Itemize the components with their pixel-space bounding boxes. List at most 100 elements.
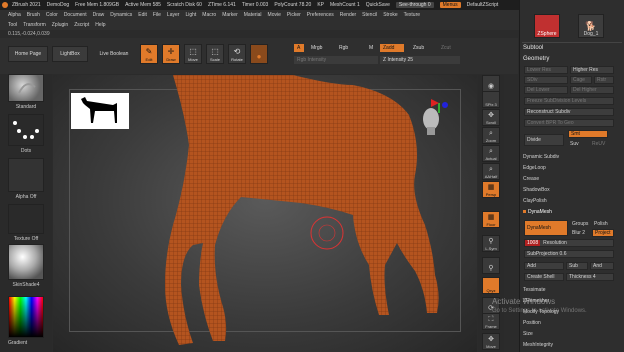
menu-item[interactable]: Marker [222, 12, 238, 18]
menu-item[interactable]: Color [46, 12, 58, 18]
add-button[interactable]: Add [524, 262, 564, 270]
menu-item[interactable]: Help [95, 22, 105, 28]
menu-item[interactable]: Dynamics [110, 12, 132, 18]
move-view-button[interactable]: ✥ Move [482, 333, 500, 350]
dog-mesh[interactable] [53, 75, 477, 352]
reuv-toggle[interactable]: ReUV [590, 140, 610, 148]
m-button[interactable]: M [366, 44, 376, 52]
claypolish-section[interactable]: ClayPolish [523, 196, 547, 205]
see-through-slider[interactable]: See-through 0 [395, 2, 434, 8]
menu-item[interactable]: Zscript [74, 22, 89, 28]
floor-button[interactable]: ▦ Floor [482, 211, 500, 228]
tessimate-section[interactable]: Tessimate [523, 285, 546, 294]
home-page-button[interactable]: Home Page [8, 46, 48, 62]
smt-toggle[interactable]: Smt [568, 130, 608, 138]
polish-toggle[interactable]: Polish [592, 220, 614, 228]
menu-item[interactable]: Macro [202, 12, 216, 18]
menu-item[interactable]: Material [244, 12, 262, 18]
zcut-button[interactable]: Zcut [438, 44, 460, 52]
a-toggle[interactable]: A [294, 44, 304, 52]
menu-item[interactable]: Zplugin [52, 22, 68, 28]
brush-preview[interactable] [8, 74, 44, 102]
subtool-header[interactable]: Subtool [523, 45, 543, 51]
aahalf-button[interactable]: ⌕ AAHalf [482, 163, 500, 180]
mrgb-button[interactable]: Mrgb [308, 44, 330, 52]
size-section[interactable]: Size [523, 329, 533, 338]
menu-item[interactable]: Picker [287, 12, 301, 18]
frame-button[interactable]: ⛶ Frame [482, 313, 500, 330]
resolution-slider[interactable]: 1008 Resolution [524, 239, 614, 247]
spix-button[interactable]: SPix 3 [482, 91, 500, 108]
menus-button[interactable]: Menus [439, 2, 461, 8]
menu-item[interactable]: Stencil [362, 12, 377, 18]
zsphere-thumbnail[interactable]: ZSphere [534, 14, 560, 38]
sub-button[interactable]: Sub [566, 262, 588, 270]
scroll-button[interactable]: ✥ Scroll [482, 109, 500, 126]
divide-button[interactable]: Divide [524, 134, 564, 146]
del-higher-button[interactable]: Del Higher [570, 86, 614, 94]
zadd-button[interactable]: Zadd [380, 44, 404, 52]
freeze-subdivision-button[interactable]: Freeze SubDivision Levels [524, 97, 614, 105]
position-section[interactable]: Position [523, 318, 541, 327]
rstr-button[interactable]: Rstr [594, 76, 614, 84]
stroke-preview[interactable] [8, 114, 44, 146]
gyro-button[interactable]: ⚲ [482, 257, 500, 274]
menu-item[interactable]: Preferences [307, 12, 334, 18]
rgb-button[interactable]: Rgb [336, 44, 354, 52]
persp-button[interactable]: ▦ Persp [482, 181, 500, 198]
dynamesh-button[interactable]: DynaMesh [524, 220, 568, 236]
material-swatch[interactable]: ● [250, 44, 268, 64]
meshintegrity-section[interactable]: MeshIntegrity [523, 340, 553, 349]
dynamic-subdiv-section[interactable]: Dynamic Subdiv [523, 152, 559, 161]
menu-item[interactable]: Stroke [383, 12, 397, 18]
convert-bpr-button[interactable]: Convert BPR To Geo [524, 119, 614, 127]
edgeloop-section[interactable]: EdgeLoop [523, 163, 546, 172]
viewport-canvas[interactable] [53, 75, 477, 352]
menu-item[interactable]: Render [340, 12, 356, 18]
cage-button[interactable]: Cage [570, 76, 592, 84]
zoom-button[interactable]: ⌕ Zoom [482, 127, 500, 144]
create-shell-button[interactable]: Create Shell [524, 273, 564, 281]
edit-button[interactable]: ✎ Edit [140, 44, 158, 64]
menu-item[interactable]: File [153, 12, 161, 18]
local-symmetry-button[interactable]: ⚲ L.Sym [482, 235, 500, 252]
geometry-header[interactable]: Geometry [523, 56, 549, 62]
actual-button[interactable]: ⌕ Actual [482, 145, 500, 162]
menu-item[interactable]: Brush [27, 12, 40, 18]
material-preview[interactable] [8, 244, 44, 280]
lower-res-button[interactable]: Lower Res [524, 66, 568, 74]
menu-item[interactable]: Edit [138, 12, 147, 18]
draw-button[interactable]: ✛ Draw [162, 44, 180, 64]
menu-item[interactable]: Transform [23, 22, 46, 28]
live-boolean-button[interactable]: Live Boolean [92, 46, 136, 62]
higher-res-button[interactable]: Higher Res [570, 66, 614, 74]
color-picker[interactable] [8, 296, 44, 338]
menu-item[interactable]: Texture [404, 12, 420, 18]
project-toggle[interactable]: Project [592, 229, 614, 237]
texture-preview[interactable] [8, 204, 44, 234]
menu-item[interactable]: Document [64, 12, 87, 18]
rgb-intensity-slider[interactable]: Rgb Intensity [294, 56, 378, 64]
lightbox-button[interactable]: LightBox [52, 46, 88, 62]
xyz-button[interactable]: Qxyz [482, 277, 500, 294]
sdiv-slider[interactable]: SDiv [524, 76, 568, 84]
groups-toggle[interactable]: Groups [570, 220, 590, 228]
dynamesh-section[interactable]: DynaMesh [523, 207, 552, 216]
orientation-gizmo[interactable] [419, 97, 449, 137]
menu-item[interactable]: Movie [268, 12, 281, 18]
rotate-button[interactable]: ⟲ Rotate [228, 44, 246, 64]
reconstruct-subdiv-button[interactable]: Reconstruct Subdiv [524, 108, 614, 116]
scale-button[interactable]: ⬚ Scale [206, 44, 224, 64]
menu-item[interactable]: Alpha [8, 12, 21, 18]
blur-slider[interactable]: Blur 2 [570, 229, 590, 237]
bpr-button[interactable]: ◉ [482, 75, 500, 92]
quicksave-button[interactable]: QuickSave [366, 2, 390, 8]
menu-item[interactable]: Light [185, 12, 196, 18]
del-lower-button[interactable]: Del Lower [524, 86, 568, 94]
zsub-button[interactable]: Zsub [410, 44, 432, 52]
crease-section[interactable]: Crease [523, 174, 539, 183]
z-intensity-slider[interactable]: Z Intensity 25 [380, 56, 460, 64]
shadowbox-section[interactable]: ShadowBox [523, 185, 550, 194]
default-zscript-button[interactable]: DefaultZScript [467, 2, 499, 8]
menu-item[interactable]: Layer [167, 12, 180, 18]
